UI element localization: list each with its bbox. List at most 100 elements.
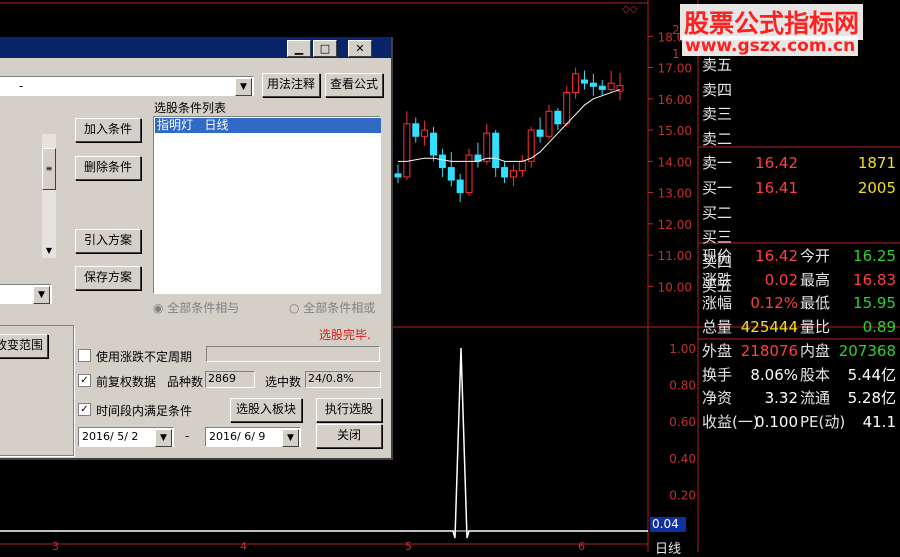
radio-or[interactable]: ○ 全部条件相或 xyxy=(289,299,375,316)
quote-label: 最高 xyxy=(800,270,831,289)
quote-label: 换手 xyxy=(702,365,733,384)
sell-level-row: 卖五 xyxy=(700,53,898,77)
candle-body xyxy=(456,179,464,194)
level-label: 买二 xyxy=(702,203,733,222)
candle-body xyxy=(465,154,473,194)
candle-body xyxy=(501,167,509,178)
uncertain-period-checkbox[interactable] xyxy=(78,349,91,362)
quote-row: 净资 3.32 流通 5.28亿 xyxy=(700,386,898,410)
chart-nav-icons[interactable]: ◇◇ xyxy=(622,4,637,15)
candle-body xyxy=(394,173,402,178)
candle-body xyxy=(412,123,420,137)
period-satisfy-checkbox[interactable]: ✓ xyxy=(78,403,91,416)
quote-value: 0.02 xyxy=(764,270,798,289)
quote-label: 收益(一) xyxy=(702,412,759,431)
usage-notes-button[interactable]: 用法注释 xyxy=(262,73,320,97)
change-range-button[interactable]: 改变范围 xyxy=(0,334,48,358)
level-label: 买一 xyxy=(702,179,733,197)
uncertain-period-field xyxy=(206,346,380,362)
candle-body xyxy=(430,132,438,156)
quote-row: 涨跌 0.02 最高 16.83 xyxy=(700,268,898,292)
candle-body xyxy=(421,129,429,137)
price-axis-label: 13.00 xyxy=(658,187,692,201)
quote-value: 16.42 xyxy=(755,247,798,265)
time-axis-label: 4 xyxy=(240,540,247,553)
count-value-field: 2869 xyxy=(205,371,255,388)
level-label: 卖四 xyxy=(702,80,733,99)
date-from-picker[interactable]: 2016/ 5/ 2 ▼ xyxy=(78,427,174,447)
condition-list-title: 选股条件列表 xyxy=(154,101,227,115)
import-plan-button[interactable]: 引入方案 xyxy=(75,229,141,253)
candle-body xyxy=(483,132,491,162)
quote-label: 总量 xyxy=(702,318,733,337)
condition-list-item[interactable]: 指明灯 日线 xyxy=(155,118,381,133)
formula-combobox[interactable]: - ▼ xyxy=(0,76,254,96)
candle-body xyxy=(607,82,615,90)
radio-and[interactable]: ◉ 全部条件相与 xyxy=(153,299,239,316)
chevron-down-icon[interactable]: ▼ xyxy=(282,429,299,447)
minimize-icon[interactable]: ▁ xyxy=(287,40,311,57)
formula-combobox-value: - xyxy=(19,79,24,93)
delete-condition-button[interactable]: 删除条件 xyxy=(75,156,141,180)
candle-body xyxy=(536,129,544,137)
parameter-combobox[interactable]: ▼ xyxy=(0,284,52,304)
quote-value: 425444 xyxy=(740,318,798,337)
sell-level-row: 卖三 xyxy=(700,102,898,126)
quote-label: 今开 xyxy=(800,247,831,265)
scroll-down-icon[interactable]: ▼ xyxy=(42,246,56,258)
quote-value: 16.25 xyxy=(853,247,896,265)
status-text: 选股完毕. xyxy=(319,328,371,342)
chevron-down-icon[interactable]: ▼ xyxy=(33,286,50,304)
execute-screen-button[interactable]: 执行选股 xyxy=(316,398,382,422)
add-condition-button[interactable]: 加入条件 xyxy=(75,118,141,142)
candle-body xyxy=(509,170,517,178)
quote-label: 外盘 xyxy=(702,341,733,360)
quote-value: 5.44亿 xyxy=(847,365,896,384)
uncertain-period-label: 使用涨跌不定周期 xyxy=(96,350,193,364)
dialog-titlebar[interactable]: ▁ □ ✕ xyxy=(0,37,391,58)
adjusted-data-checkbox[interactable]: ✓ xyxy=(78,374,91,387)
close-button[interactable]: 关闭 xyxy=(316,424,382,448)
period-label[interactable]: 日线 xyxy=(655,538,681,557)
quote-value: 0.100 xyxy=(755,412,798,431)
price-axis-label: 11.00 xyxy=(658,249,692,263)
buy-level-row: 买一 16.41 2005 xyxy=(700,176,898,200)
indicator-axis-label: 0.40 xyxy=(669,452,696,466)
chevron-down-icon[interactable]: ▼ xyxy=(155,429,172,447)
time-axis-label: 5 xyxy=(405,540,412,553)
radio-or-label: 全部条件相或 xyxy=(303,301,376,315)
chevron-down-icon[interactable]: ▼ xyxy=(235,78,252,96)
scroll-thumb[interactable]: ≡ xyxy=(42,148,56,190)
date-separator: - xyxy=(185,429,190,443)
view-formula-button[interactable]: 查看公式 xyxy=(325,73,383,97)
price-axis-label: 17.00 xyxy=(658,62,692,76)
quote-row: 涨幅 0.12% 最低 15.95 xyxy=(700,291,898,315)
change-range-label: 改变范围 xyxy=(0,338,43,352)
quote-value: 0.12% xyxy=(750,294,798,313)
date-to-picker[interactable]: 2016/ 6/ 9 ▼ xyxy=(205,427,301,447)
quote-row: 现价 16.42 今开 16.25 xyxy=(700,244,898,268)
candle-body xyxy=(438,154,446,169)
indicator-axis-label: 0.20 xyxy=(669,488,696,502)
save-plan-button[interactable]: 保存方案 xyxy=(75,266,141,290)
maximize-icon[interactable]: □ xyxy=(313,40,337,57)
quote-label: 内盘 xyxy=(800,341,831,360)
condition-list[interactable]: 指明灯 日线 xyxy=(153,116,381,294)
add-to-block-button[interactable]: 选股入板块 xyxy=(230,398,302,422)
level-label: 卖三 xyxy=(702,105,733,124)
parameter-scrollbar[interactable]: ≡ ▼ xyxy=(42,134,56,258)
close-icon[interactable]: ✕ xyxy=(348,40,372,57)
candle-body xyxy=(492,132,500,169)
hit-value-field: 24/0.8% xyxy=(305,371,381,388)
buy-level-row: 买二 xyxy=(700,201,898,225)
quote-label: 涨幅 xyxy=(702,294,733,313)
candle-body xyxy=(580,79,588,84)
quote-value: 15.95 xyxy=(853,294,896,313)
quote-label: 涨跌 xyxy=(702,270,733,289)
quote-label: 量比 xyxy=(800,318,831,337)
parameter-list[interactable]: ≡ ▼ xyxy=(0,112,60,258)
level-volume: 1871 xyxy=(857,154,896,173)
indicator-axis-label: 0.60 xyxy=(669,415,696,429)
count-label: 品种数 xyxy=(167,375,204,389)
candle-body xyxy=(545,110,553,137)
